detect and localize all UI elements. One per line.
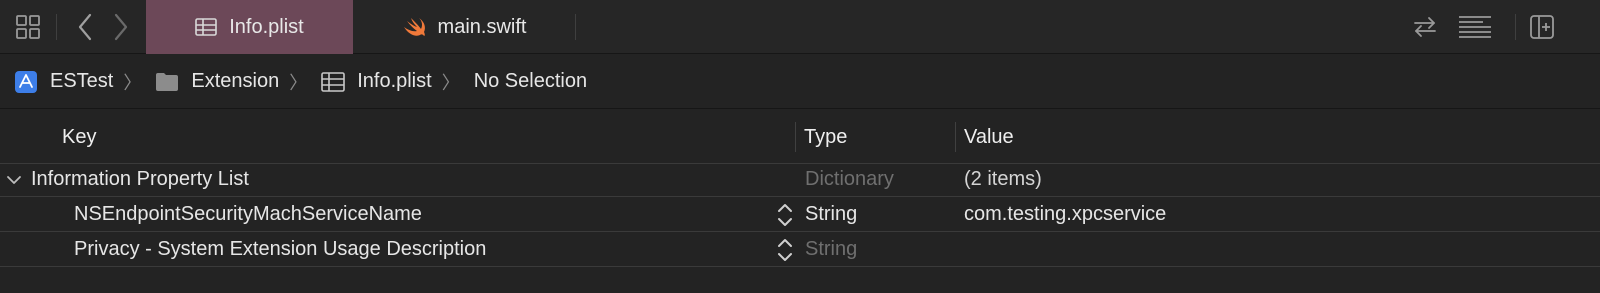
breadcrumb-label: Extension	[191, 70, 280, 92]
breadcrumb-project[interactable]: ESTest	[14, 70, 113, 94]
forward-chevron-icon[interactable]	[104, 0, 138, 54]
row-key[interactable]: NSEndpointSecurityMachServiceName	[74, 197, 422, 232]
tab-label: Info.plist	[229, 15, 304, 38]
breadcrumb-label: No Selection	[473, 70, 588, 92]
table-row[interactable]: NSEndpointSecurityMachServiceName String…	[0, 197, 1600, 232]
plist-table-icon	[321, 71, 346, 92]
table-row[interactable]: Information Property List Dictionary (2 …	[0, 162, 1600, 197]
tab-main-swift[interactable]: main.swift	[353, 0, 575, 54]
jump-bar: ESTest 〉 Extension 〉 Info.plist 〉 No Sel…	[0, 55, 1600, 109]
breadcrumb-separator-icon: 〉	[289, 72, 308, 93]
column-header-value[interactable]: Value	[964, 110, 1014, 164]
table-row[interactable]: Privacy - System Extension Usage Descrip…	[0, 232, 1600, 267]
row-key: Information Property List	[31, 168, 249, 190]
row-value: (2 items)	[964, 168, 1042, 190]
column-header-key[interactable]: Key	[62, 110, 96, 164]
breadcrumb-separator-icon: 〉	[123, 72, 142, 93]
key-stepper-icon[interactable]	[776, 202, 794, 228]
breadcrumb-separator-icon: 〉	[441, 72, 460, 93]
swift-icon	[402, 17, 426, 37]
key-stepper-icon[interactable]	[776, 237, 794, 263]
breadcrumb-selection[interactable]: No Selection	[474, 70, 587, 93]
breadcrumb-file[interactable]: Info.plist	[321, 70, 432, 93]
header-label: Value	[964, 125, 1014, 148]
swap-arrows-icon[interactable]	[1405, 0, 1445, 54]
back-chevron-icon[interactable]	[68, 0, 102, 54]
tab-info-plist[interactable]: Info.plist	[146, 0, 353, 54]
header-label: Key	[62, 125, 97, 148]
breadcrumb-label: ESTest	[50, 70, 114, 92]
row-type[interactable]: Dictionary	[805, 162, 894, 197]
row-type[interactable]: String	[805, 197, 857, 232]
tab-label: main.swift	[437, 15, 527, 38]
tab-bar: Info.plist main.swift	[0, 0, 1600, 54]
row-value[interactable]: com.testing.xpcservice	[964, 197, 1166, 232]
header-label: Type	[804, 125, 848, 148]
row-key[interactable]: Privacy - System Extension Usage Descrip…	[74, 232, 486, 267]
row-type[interactable]: String	[805, 232, 857, 267]
plist-table-header: Key Type Value	[0, 110, 1600, 164]
breadcrumb-label: Info.plist	[357, 70, 432, 92]
breadcrumb-folder[interactable]: Extension	[155, 70, 279, 93]
xcode-project-icon	[14, 70, 38, 94]
folder-icon	[155, 72, 179, 92]
disclosure-chevron-down-icon[interactable]	[6, 162, 22, 197]
add-editor-split-icon[interactable]	[1524, 0, 1560, 54]
editor-options-lines-icon[interactable]	[1452, 0, 1498, 54]
plist-table-icon	[195, 18, 218, 36]
related-items-grid-icon[interactable]	[6, 0, 50, 54]
column-header-type[interactable]: Type	[804, 110, 847, 164]
